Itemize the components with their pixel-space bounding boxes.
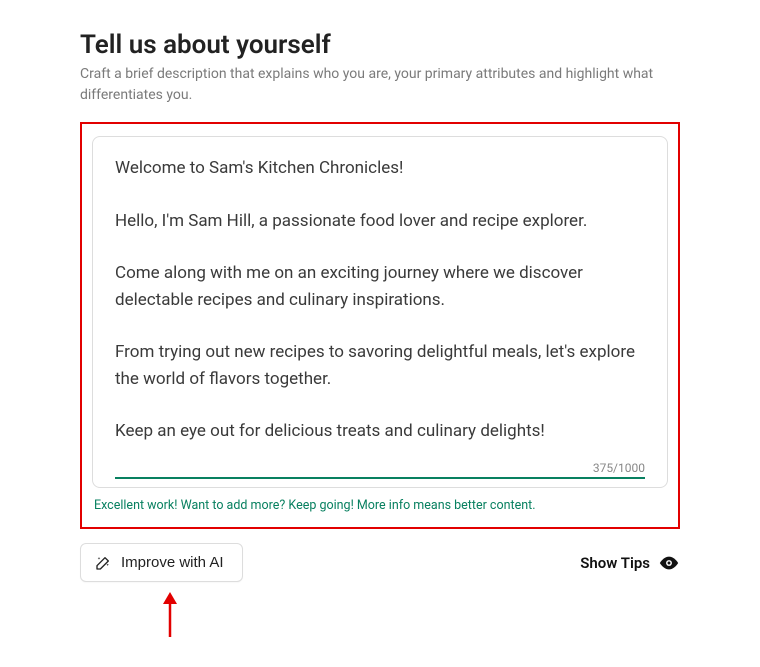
improve-with-ai-label: Improve with AI bbox=[121, 554, 224, 571]
bio-textarea[interactable]: Welcome to Sam's Kitchen Chronicles! Hel… bbox=[92, 136, 668, 488]
input-focus-underline bbox=[115, 477, 645, 479]
page-title: Tell us about yourself bbox=[80, 30, 680, 60]
improve-with-ai-button[interactable]: Improve with AI bbox=[80, 543, 243, 582]
char-counter: 375/1000 bbox=[115, 455, 645, 475]
encouragement-hint: Excellent work! Want to add more? Keep g… bbox=[92, 488, 668, 517]
show-tips-button[interactable]: Show Tips bbox=[580, 552, 680, 574]
show-tips-label: Show Tips bbox=[580, 554, 650, 572]
magic-wand-icon bbox=[95, 555, 111, 571]
page-subtitle: Craft a brief description that explains … bbox=[80, 64, 680, 106]
annotation-arrow bbox=[160, 592, 680, 637]
bio-textarea-content[interactable]: Welcome to Sam's Kitchen Chronicles! Hel… bbox=[115, 155, 645, 455]
annotation-highlight-box: Welcome to Sam's Kitchen Chronicles! Hel… bbox=[80, 122, 680, 529]
eye-icon bbox=[658, 552, 680, 574]
